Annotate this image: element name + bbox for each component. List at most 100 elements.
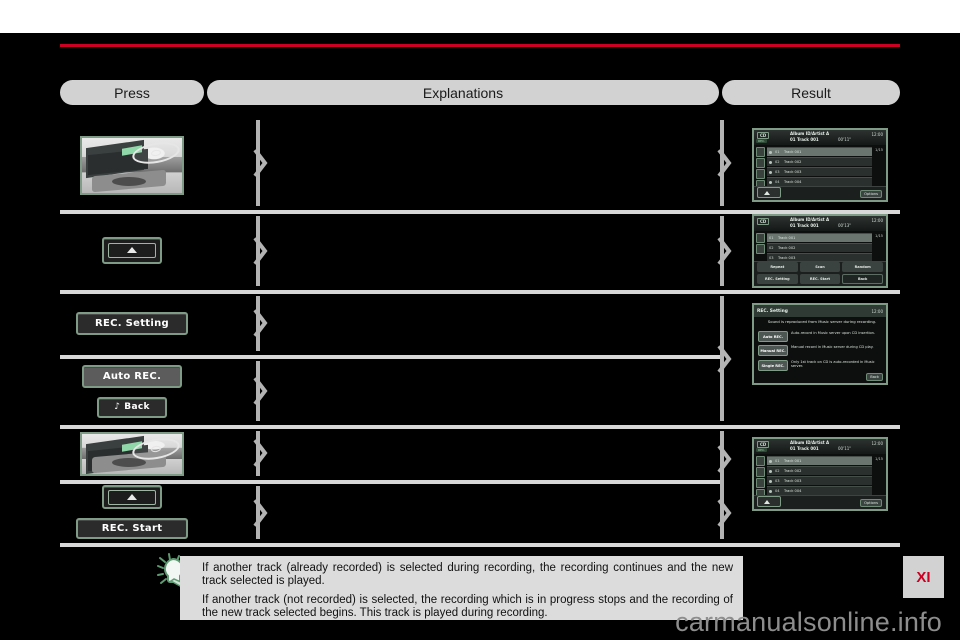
screen-rec-badge: REC.: [756, 139, 768, 143]
rec-start-button[interactable]: REC. Start: [76, 518, 188, 539]
up-caret-button-1[interactable]: [102, 236, 162, 264]
screen-rec-badge: REC.: [756, 448, 768, 452]
top-margin: [0, 0, 960, 33]
track-row[interactable]: 01 Track 001: [767, 456, 872, 465]
rec-option-manual-text: Manual record in Music server during CD …: [791, 345, 874, 349]
result-cell-3: REC. Setting 12:00 Sound is reproduced f…: [740, 303, 900, 385]
screen-elapsed-time: 00'11": [838, 137, 852, 142]
screen-back-button[interactable]: Back: [866, 373, 883, 381]
soft-key-rec-setting[interactable]: REC. Setting: [757, 274, 798, 284]
chevron-press-3: [252, 308, 268, 338]
screen-cd-track-list-2: CD REC. Album ID/Artist A 01 Track 001 0…: [752, 437, 888, 511]
chevron-press-5: [252, 438, 268, 468]
chevron-press-1: [252, 148, 268, 178]
press-cell-insert-cd-2[interactable]: [60, 432, 204, 476]
track-dot-icon: [769, 489, 772, 493]
track-row[interactable]: 01 Track 001: [767, 233, 872, 242]
track-name: Track 003: [778, 256, 796, 260]
screen-elapsed-time: 00'13": [838, 223, 852, 228]
track-row[interactable]: 03 Track 003: [767, 476, 872, 485]
column-header-explanations-label: Explanations: [422, 84, 504, 101]
chevron-result-2: [716, 236, 732, 266]
row-separator-2: [60, 290, 900, 294]
soft-key-back[interactable]: Back: [842, 274, 883, 284]
screen-cd-soft-keys: CD Album ID/Artist A 01 Track 001 00'13"…: [752, 214, 888, 288]
press-cell-rec-start[interactable]: REC. Start: [60, 485, 204, 539]
track-name: Track 001: [784, 150, 802, 154]
track-row[interactable]: 02 Track 002: [767, 466, 872, 475]
track-dot-icon: [769, 459, 772, 463]
soft-key-scan[interactable]: Scan: [799, 262, 841, 272]
track-row[interactable]: 04 Track 004: [767, 177, 872, 186]
track-row[interactable]: 02 Track 002: [767, 243, 872, 252]
screen-side-icons[interactable]: [756, 233, 765, 254]
track-row[interactable]: 02 Track 002: [767, 157, 872, 166]
track-row[interactable]: 01 Track 001: [767, 147, 872, 156]
screen-album-title: Album ID/Artist A: [790, 217, 830, 222]
up-caret-icon: [764, 500, 770, 504]
rec-setting-button[interactable]: REC. Setting: [76, 311, 188, 335]
track-number: 01: [775, 459, 780, 463]
screen-options-button[interactable]: Options: [860, 499, 882, 507]
screen-clock: 12:00: [871, 132, 883, 137]
cd-slot-photo: [80, 135, 184, 195]
rec-option-manual[interactable]: Manual REC. Manual record in Music serve…: [758, 345, 882, 356]
chapter-tab: XI: [903, 556, 944, 598]
header-rule: [60, 44, 900, 47]
soft-key-random[interactable]: Random: [842, 262, 883, 272]
chevron-result-1: [716, 148, 732, 178]
screen-soft-keys[interactable]: Repeat Scan Random REC. Setting REC. Sta…: [757, 262, 883, 284]
chevron-result-5: [716, 498, 732, 528]
track-number: 03: [775, 170, 780, 174]
screen-track-title: 01 Track 001: [790, 446, 819, 451]
track-number: 03: [775, 479, 780, 483]
chapter-tab-label: XI: [916, 568, 931, 586]
rec-option-manual-button[interactable]: Manual REC.: [758, 345, 788, 356]
track-name: Track 001: [784, 459, 802, 463]
track-number: 01: [769, 236, 774, 240]
rec-option-auto[interactable]: Auto REC. Auto-record in Music server up…: [758, 331, 882, 342]
soft-key-repeat[interactable]: Repeat: [757, 262, 798, 272]
up-caret-icon: [127, 494, 137, 501]
result-cell-1: CD REC. Album ID/Artist A 01 Track 001 0…: [740, 128, 900, 202]
screen-options-button[interactable]: Options: [860, 190, 882, 198]
track-number: 04: [775, 489, 780, 493]
track-dot-icon: [769, 170, 772, 174]
column-header-result-label: Result: [791, 84, 831, 101]
up-caret-icon: [127, 247, 137, 253]
screen-source-label: CD: [757, 218, 770, 225]
rec-option-auto-text: Auto-record in Music server upon CD inse…: [791, 331, 876, 335]
press-cell-rec-setting[interactable]: REC. Setting: [60, 302, 204, 344]
row-separator-4: [60, 425, 900, 429]
press-cell-insert-cd[interactable]: [60, 134, 204, 196]
up-caret-button-2[interactable]: [102, 485, 162, 510]
auto-rec-button[interactable]: Auto REC.: [82, 364, 182, 388]
row-separator-5: [60, 480, 722, 484]
rec-option-single[interactable]: Single REC. Only 1st track on CD is auto…: [758, 360, 882, 371]
track-dot-icon: [769, 180, 772, 184]
screen-album-title: Album ID/Artist A: [790, 440, 830, 445]
track-dot-icon: [769, 150, 772, 154]
track-row[interactable]: 03 Track 003: [767, 167, 872, 176]
track-name: Track 002: [778, 246, 796, 250]
screen-track-list[interactable]: 01 Track 001 02 Track 002 03 Track 003: [767, 233, 872, 262]
track-name: Track 003: [784, 170, 802, 174]
track-row[interactable]: 04 Track 004: [767, 486, 872, 495]
rec-option-single-button[interactable]: Single REC.: [758, 360, 788, 371]
rec-option-auto-button[interactable]: Auto REC.: [758, 331, 788, 342]
manual-page: Press Explanations Result REC. Setting A…: [0, 0, 960, 640]
track-number: 02: [769, 246, 774, 250]
press-cell-up-1[interactable]: [60, 222, 204, 278]
back-button[interactable]: ♪ Back: [97, 396, 167, 418]
row-separator-3: [60, 355, 722, 359]
soft-key-rec-start[interactable]: REC. Start: [799, 274, 841, 284]
screen-clock: 12:00: [871, 308, 883, 314]
column-header-press: Press: [60, 80, 204, 105]
chevron-result-3: [716, 344, 732, 374]
screen-album-title: Album ID/Artist A: [790, 131, 830, 136]
column-headers: Press Explanations Result: [60, 80, 900, 105]
column-header-result: Result: [722, 80, 900, 105]
result-cell-4: CD REC. Album ID/Artist A 01 Track 001 0…: [740, 437, 900, 511]
screen-track-counter: 1/15: [875, 148, 883, 152]
press-cell-auto-rec[interactable]: Auto REC. ♪ Back: [60, 362, 204, 420]
